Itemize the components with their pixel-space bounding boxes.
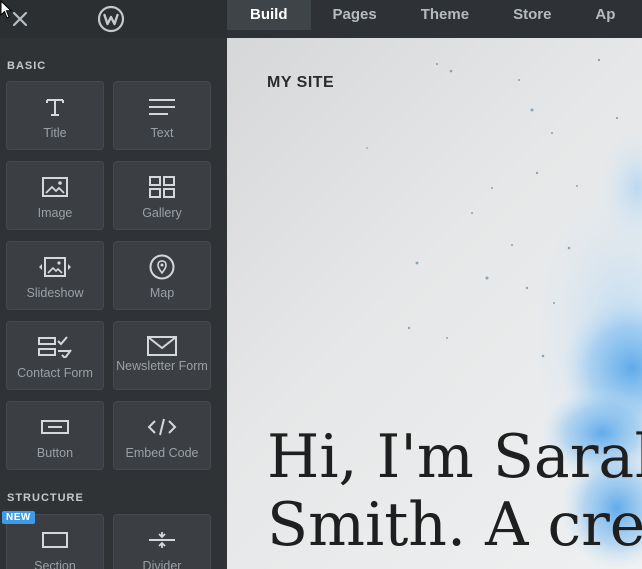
slideshow-icon <box>7 254 103 280</box>
new-badge: NEW <box>2 511 35 524</box>
element-label: Button <box>36 446 74 460</box>
element-divider[interactable]: Divider <box>113 514 211 569</box>
text-icon <box>114 94 210 120</box>
code-icon <box>114 414 210 440</box>
map-pin-icon <box>114 254 210 280</box>
site-canvas[interactable]: MY SITE Hi, I'm Sarah Smith. A cre <box>227 38 642 569</box>
element-label: Divider <box>142 559 182 569</box>
element-text[interactable]: Text <box>113 81 211 150</box>
element-label: Newsletter Form <box>116 359 208 373</box>
element-image[interactable]: Image <box>6 161 104 230</box>
top-bar: Build Pages Theme Store Ap <box>0 0 642 38</box>
tab-theme[interactable]: Theme <box>399 0 491 30</box>
element-newsletter-form[interactable]: Newsletter Form <box>113 321 211 390</box>
section-label-structure: STRUCTURE <box>7 492 84 504</box>
element-label: Slideshow <box>26 286 84 300</box>
envelope-icon <box>114 333 210 359</box>
tab-pages[interactable]: Pages <box>311 0 399 30</box>
element-gallery[interactable]: Gallery <box>113 161 211 230</box>
element-slideshow[interactable]: Slideshow <box>6 241 104 310</box>
tab-build[interactable]: Build <box>227 0 311 30</box>
element-label: Image <box>37 206 73 220</box>
tab-apps[interactable]: Ap <box>573 0 637 30</box>
elements-sidebar: BASIC Title Text Image Gallery Slideshow <box>0 38 227 569</box>
hero-heading-line: Hi, I'm Sarah <box>267 422 642 492</box>
element-embed-code[interactable]: Embed Code <box>113 401 211 470</box>
element-contact-form[interactable]: Contact Form <box>6 321 104 390</box>
image-icon <box>7 174 103 200</box>
element-label: Embed Code <box>125 446 199 460</box>
tab-store[interactable]: Store <box>491 0 573 30</box>
element-label: Map <box>149 286 175 300</box>
element-title[interactable]: Title <box>6 81 104 150</box>
section-icon <box>7 527 103 553</box>
element-label: Text <box>150 126 174 140</box>
section-label-basic: BASIC <box>7 60 47 72</box>
button-icon <box>7 414 103 440</box>
element-label: Title <box>43 126 67 140</box>
element-map[interactable]: Map <box>113 241 211 310</box>
gallery-icon <box>114 174 210 200</box>
element-label: Gallery <box>142 206 182 220</box>
mouse-cursor-icon <box>0 0 13 19</box>
site-title[interactable]: MY SITE <box>267 74 334 92</box>
hero-heading[interactable]: Hi, I'm Sarah Smith. A cre <box>267 423 642 559</box>
element-label: Section <box>34 559 76 569</box>
divider-icon <box>114 527 210 553</box>
contact-form-icon <box>7 334 103 360</box>
main-nav: Build Pages Theme Store Ap <box>227 0 637 38</box>
element-label: Contact Form <box>17 366 93 380</box>
hero-heading-line: Smith. A cre <box>267 490 642 560</box>
title-icon <box>7 94 103 120</box>
weebly-logo-icon[interactable] <box>97 5 125 33</box>
element-button[interactable]: Button <box>6 401 104 470</box>
